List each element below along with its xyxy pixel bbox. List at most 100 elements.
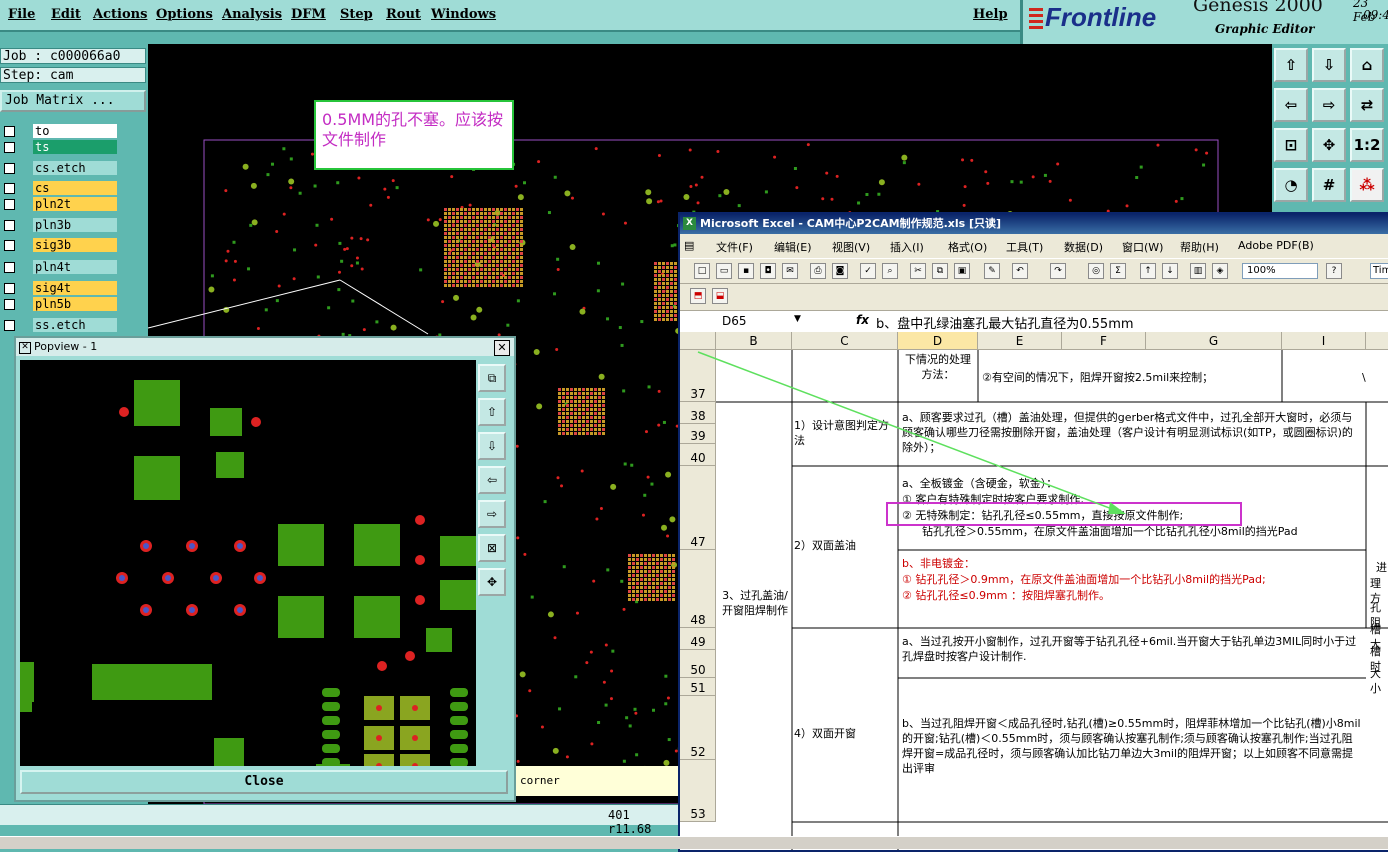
font-select[interactable]: Tim (1370, 263, 1388, 279)
sort-ascending-icon[interactable]: ↑ (1140, 263, 1156, 279)
convert-to-pdf-icon[interactable]: ⬒ (690, 288, 706, 304)
cell-d49[interactable]: a、当过孔按开小窗制作，过孔开窗等于钻孔孔径+6mil.当开窗大于钻孔单边3MI… (902, 634, 1362, 664)
help-icon[interactable]: ? (1326, 263, 1342, 279)
convert-and-email-icon[interactable]: ⬓ (712, 288, 728, 304)
pan-left-icon[interactable]: ⇦ (1274, 88, 1308, 122)
popview-titlebar[interactable]: ✕ Popview - 1 ✕ (16, 338, 514, 356)
house-icon[interactable]: ⌂ (1350, 48, 1384, 82)
excel-menu-edit[interactable]: 编辑(E) (774, 239, 812, 255)
window-menu-icon[interactable]: ✕ (19, 342, 31, 354)
layer-name[interactable]: to (33, 124, 117, 138)
paste-icon[interactable]: ▣ (954, 263, 970, 279)
menu-analysis[interactable]: Analysis (222, 7, 282, 22)
cell-j-line5[interactable]: 大小 (1370, 666, 1388, 696)
cell-j-line0[interactable]: 进 (1376, 560, 1388, 575)
home-down-icon[interactable]: ⇩ (1312, 48, 1346, 82)
job-matrix-button[interactable]: Job Matrix ... (0, 90, 146, 112)
layer-row-sig3b[interactable]: sig3b (0, 238, 118, 252)
hyperlink-icon[interactable]: ◎ (1088, 263, 1104, 279)
new-icon[interactable]: □ (694, 263, 710, 279)
chart-wizard-icon[interactable]: ▥ (1190, 263, 1206, 279)
copy-icon[interactable]: ⧉ (932, 263, 948, 279)
layer-checkbox[interactable] (4, 220, 15, 231)
layer-checkbox[interactable] (4, 126, 15, 137)
snap-icon[interactable]: ⁂ (1350, 168, 1384, 202)
layer-checkbox[interactable] (4, 240, 15, 251)
research-icon[interactable]: ⌕ (882, 263, 898, 279)
layer-name[interactable]: cs (33, 181, 117, 195)
menu-windows[interactable]: Windows (431, 7, 496, 22)
cell-d38[interactable]: a、顾客要求过孔（槽）盖油处理，但提供的gerber格式文件中，过孔全部开大窗时… (902, 410, 1362, 455)
layer-row-ss-etch[interactable]: ss.etch (0, 318, 118, 332)
menu-options[interactable]: Options (156, 7, 213, 22)
zoom-center-icon[interactable]: ✥ (1312, 128, 1346, 162)
print-icon[interactable]: ⎙ (810, 263, 826, 279)
measure-icon[interactable]: ◔ (1274, 168, 1308, 202)
layer-row-pln5b[interactable]: pln5b (0, 297, 118, 311)
cell-e37[interactable]: ②有空间的情况下，阻焊开窗按2.5mil来控制； (982, 370, 1278, 385)
layer-checkbox[interactable] (4, 163, 15, 174)
layer-row-cs-etch[interactable]: cs.etch (0, 161, 118, 175)
layer-row-to[interactable]: to (0, 124, 118, 138)
home-up-icon[interactable]: ⇧ (1274, 48, 1308, 82)
menu-help[interactable]: Help (973, 7, 1008, 22)
popview-canvas[interactable] (20, 360, 476, 766)
fx-icon[interactable]: fx (856, 313, 869, 327)
name-box-dropdown-icon[interactable]: ▼ (794, 314, 801, 324)
popview-center-icon[interactable]: ✥ (478, 568, 506, 596)
name-box[interactable]: D65 (684, 313, 794, 329)
cell-d47-line1[interactable]: a、全板镀金（含硬金，软金）： (902, 476, 1362, 491)
layer-row-ts[interactable]: ts (0, 140, 118, 154)
zoom-select[interactable]: 100% (1242, 263, 1318, 279)
cut-icon[interactable]: ✂ (910, 263, 926, 279)
format-painter-icon[interactable]: ✎ (984, 263, 1000, 279)
autosum-icon[interactable]: Σ (1110, 263, 1126, 279)
cell-d48-line1[interactable]: b、非电镀金： (902, 556, 1362, 571)
spelling-icon[interactable]: ✓ (860, 263, 876, 279)
email-icon[interactable]: ✉ (782, 263, 798, 279)
cell-i37[interactable]: \ (1362, 370, 1374, 385)
worksheet-grid[interactable]: B C D E F G I 37 38 39 40 47 48 49 50 51… (680, 332, 1388, 850)
menu-step[interactable]: Step (340, 7, 373, 22)
menu-dfm[interactable]: DFM (291, 7, 326, 22)
layer-name[interactable]: pln3b (33, 218, 117, 232)
cell-d47-line4[interactable]: 钻孔孔径＞0.55mm，在原文件盖油面增加一个比钻孔孔径小8mil的挡光Pad (922, 524, 1372, 539)
layer-checkbox[interactable] (4, 183, 15, 194)
layer-row-pln3b[interactable]: pln3b (0, 218, 118, 232)
menu-rout[interactable]: Rout (386, 7, 421, 22)
cell-d48-line3[interactable]: ② 钻孔孔径≤0.9mm ：按阻焊塞孔制作。 (902, 588, 1362, 603)
menu-edit[interactable]: Edit (51, 7, 81, 22)
excel-titlebar[interactable]: X Microsoft Excel - CAM中心P2CAM制作规范.xls [… (680, 214, 1388, 234)
grid-icon[interactable]: # (1312, 168, 1346, 202)
excel-menu-file[interactable]: 文件(F) (716, 239, 753, 255)
cell-c52[interactable]: 4）双面开窗 (794, 726, 894, 741)
layer-checkbox[interactable] (4, 142, 15, 153)
redo-icon[interactable]: ↷ (1050, 263, 1066, 279)
popview-down-icon[interactable]: ⇩ (478, 432, 506, 460)
excel-menu-help[interactable]: 帮助(H) (1180, 239, 1219, 255)
menu-actions[interactable]: Actions (93, 7, 147, 22)
layer-row-pln4t[interactable]: pln4t (0, 260, 118, 274)
layer-name[interactable]: pln4t (33, 260, 117, 274)
save-icon[interactable]: ▪ (738, 263, 754, 279)
cell-d48-line2[interactable]: ① 钻孔孔径＞0.9mm，在原文件盖油面增加一个比钻孔小8mil的挡光Pad; (902, 572, 1362, 587)
sort-descending-icon[interactable]: ↓ (1162, 263, 1178, 279)
excel-menu-window[interactable]: 窗口(W) (1122, 239, 1163, 255)
layer-checkbox[interactable] (4, 299, 15, 310)
layer-checkbox[interactable] (4, 262, 15, 273)
cell-c47[interactable]: 2）双面盖油 (794, 538, 894, 553)
close-icon[interactable]: ✕ (494, 340, 510, 356)
pan-right-icon[interactable]: ⇨ (1312, 88, 1346, 122)
excel-menu-tools[interactable]: 工具(T) (1006, 239, 1043, 255)
permission-icon[interactable]: ◘ (760, 263, 776, 279)
popview-up-icon[interactable]: ⇧ (478, 398, 506, 426)
layer-name[interactable]: sig3b (33, 238, 117, 252)
layer-name[interactable]: ss.etch (33, 318, 117, 332)
popview-fit-icon[interactable]: ⊠ (478, 534, 506, 562)
cell-d37[interactable]: 下情况的处理方法： (902, 352, 974, 382)
layer-checkbox[interactable] (4, 320, 15, 331)
popview-copy-icon[interactable]: ⧉ (478, 364, 506, 392)
excel-menu-insert[interactable]: 插入(I) (890, 239, 924, 255)
layer-name[interactable]: pln5b (33, 297, 117, 311)
drawing-icon[interactable]: ◈ (1212, 263, 1228, 279)
